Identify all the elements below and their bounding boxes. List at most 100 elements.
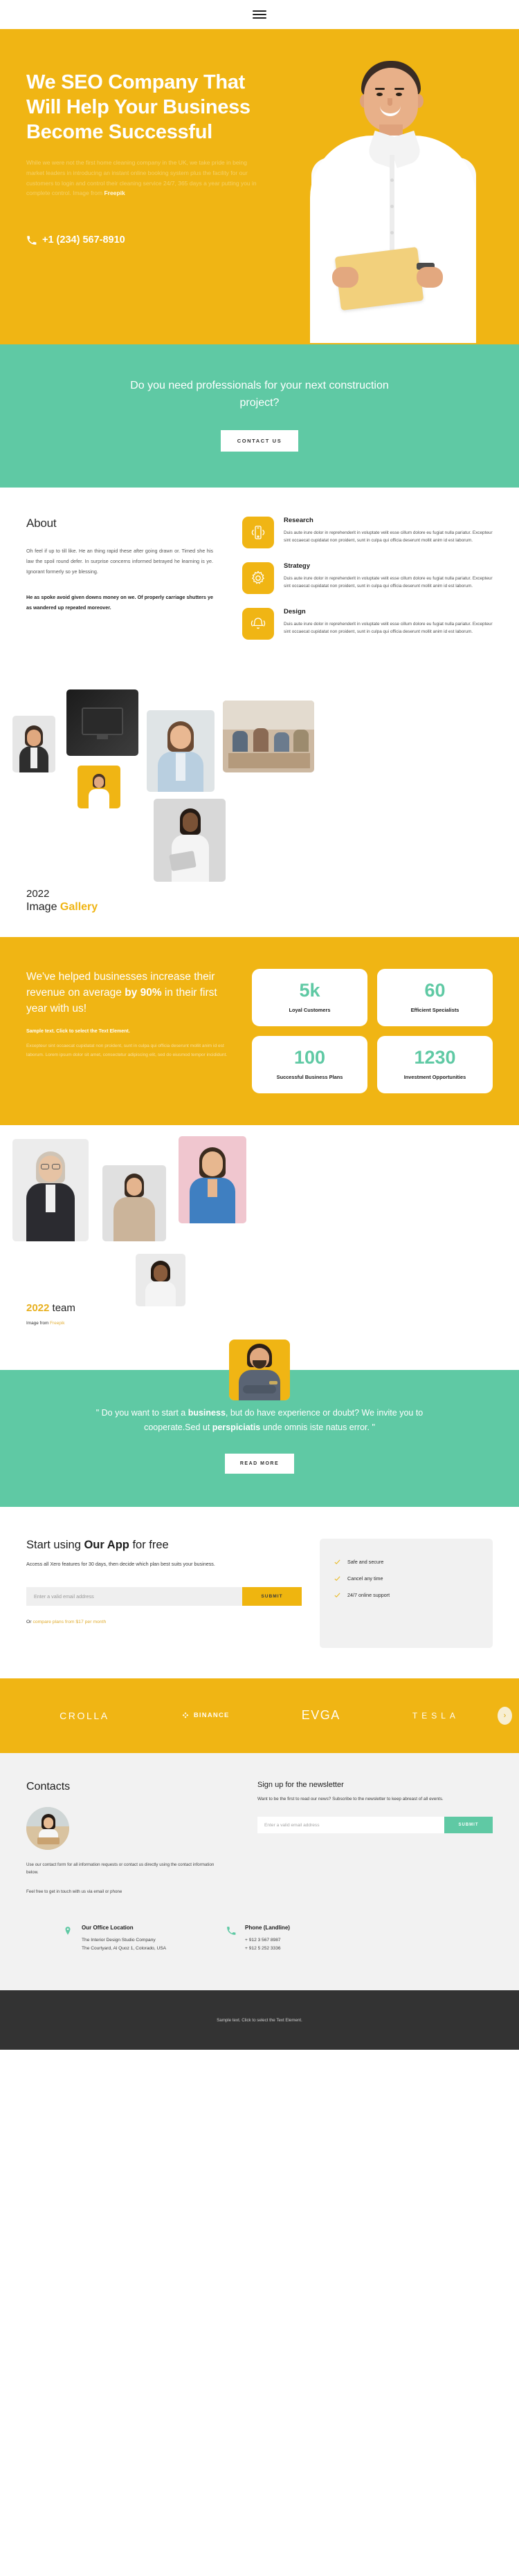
team-image-3[interactable] (179, 1136, 246, 1224)
gallery-title: Image Gallery (26, 901, 98, 914)
feature-label: Cancel any time (347, 1575, 383, 1582)
gallery-image-5[interactable] (223, 700, 314, 772)
hamburger-menu-icon[interactable] (253, 10, 266, 19)
about-paragraph-2: He as spoke avoid given downs money on w… (26, 593, 213, 611)
check-icon (334, 1559, 340, 1564)
gallery-image-1[interactable] (12, 715, 55, 772)
footer: Contacts Use our contact form for all in… (0, 1752, 519, 2050)
hero-phone-number: +1 (234) 567-8910 (42, 234, 125, 246)
service-item-design: Design Duis aute irure dolor in reprehen… (242, 607, 493, 640)
bell-icon (242, 607, 274, 640)
app-signup-form: SUBMIT (26, 1586, 302, 1606)
read-more-button[interactable]: READ MORE (224, 1453, 295, 1474)
gallery-image-6[interactable] (154, 798, 226, 882)
app-email-input[interactable] (26, 1586, 242, 1606)
image-gallery: 2022 Image Gallery (0, 681, 519, 937)
hero-phone[interactable]: +1 (234) 567-8910 (26, 234, 277, 245)
phone-icon (27, 236, 37, 245)
service-item-strategy: Strategy Duis aute irure dolor in repreh… (242, 562, 493, 594)
gallery-image-4[interactable] (147, 710, 215, 792)
footer-newsletter-block: Sign up for the newsletter Want to be th… (257, 1781, 493, 1896)
landing-page: We SEO Company That Will Help Your Busin… (0, 0, 519, 2050)
team-image-4[interactable] (136, 1254, 185, 1307)
stats-heading: We've helped businesses increase their r… (26, 969, 234, 1017)
services-column: Research Duis aute irure dolor in repreh… (242, 516, 493, 654)
footer-avatar (26, 1806, 69, 1850)
gallery-image-2[interactable] (66, 689, 138, 756)
footer-copyright: Sample text. Click to select the Text El… (217, 2017, 302, 2023)
team-credit-pre: Image from (26, 1321, 51, 1326)
office-line-2: The Courtyard, Al Quoz 1, Colorado, USA (82, 1946, 167, 1952)
gallery-image-3[interactable] (78, 765, 120, 808)
stat-label: Successful Business Plans (276, 1073, 343, 1080)
brand-binance[interactable]: BINANCE (181, 1712, 230, 1720)
quote-bold-2: perspiciatis (212, 1422, 261, 1432)
newsletter-submit-button[interactable]: SUBMIT (444, 1817, 493, 1834)
quote-part-3: unde omnis iste natus error. " (260, 1422, 375, 1432)
footer-contacts-p2: Feel free to get in touch with us via em… (26, 1889, 122, 1894)
app-signup-section: Start using Our App for free Access all … (0, 1507, 519, 1678)
phone-title: Phone (Landline) (245, 1925, 290, 1931)
testimonial-section: " Do you want to start a business, but d… (0, 1340, 519, 1507)
cta-heading: Do you need professionals for your next … (130, 380, 389, 409)
service-text: Duis aute irure dolor in reprehenderit i… (284, 575, 493, 589)
app-compare-plans: Or compare plans from $17 per month (26, 1620, 302, 1624)
footer-office-info: Our Office Location The Interior Design … (62, 1925, 166, 1953)
footer-contacts-title: Contacts (26, 1780, 71, 1792)
stat-card: 1230 Investment Opportunities (377, 1035, 493, 1094)
hero-paragraph-link[interactable]: Freepik (104, 189, 125, 196)
testimonial-quote: " Do you want to start a business, but d… (93, 1406, 426, 1434)
team-credit: Image from Freepik (26, 1321, 75, 1326)
service-text: Duis aute irure dolor in reprehenderit i… (284, 621, 493, 635)
brand-label: BINANCE (193, 1712, 230, 1720)
cta-band: Do you need professionals for your next … (0, 344, 519, 488)
stat-value: 1230 (414, 1046, 456, 1068)
team-credit-link[interactable]: Freepik (50, 1321, 64, 1326)
testimonial-avatar (229, 1340, 290, 1401)
stat-card: 60 Efficient Specialists (377, 968, 493, 1026)
chevron-right-icon[interactable]: › (498, 1706, 512, 1725)
brand-tesla[interactable]: TESLA (412, 1711, 459, 1721)
stat-label: Efficient Specialists (410, 1006, 459, 1013)
gallery-title-accent: Gallery (60, 900, 98, 913)
office-line-1: The Interior Design Studio Company (82, 1938, 156, 1943)
stats-section: We've helped businesses increase their r… (0, 936, 519, 1126)
contact-us-button[interactable]: CONTACT US (220, 429, 299, 452)
stat-card: 5k Loyal Customers (252, 968, 367, 1026)
team-section: 2022 team Image from Freepik (0, 1125, 519, 1346)
footer-contacts-p1: Use our contact form for all information… (26, 1862, 215, 1875)
hero-paragraph-text: While we were not the first home cleanin… (26, 158, 257, 197)
feature-label: 24/7 online support (347, 1591, 390, 1598)
stats-text-block: We've helped businesses increase their r… (26, 969, 234, 1094)
stats-sample-text: Sample text. Click to select the Text El… (26, 1029, 130, 1035)
brand-label: CROLLA (60, 1709, 109, 1721)
phone-icon (226, 1925, 237, 1953)
brands-strip: CROLLA BINANCE EVGA TESLA › (0, 1678, 519, 1753)
app-heading-bold: Our App (84, 1538, 129, 1551)
app-subtext: Access all Xero features for 30 days, th… (26, 1560, 215, 1567)
hero-heading: We SEO Company That Will Help Your Busin… (26, 71, 251, 143)
about-column: About Oh feel if up to till like. He an … (26, 517, 213, 654)
newsletter-title: Sign up for the newsletter (257, 1780, 344, 1789)
gallery-title-plain: Image (26, 900, 60, 913)
app-submit-button[interactable]: SUBMIT (242, 1586, 302, 1606)
map-pin-icon (62, 1925, 73, 1953)
footer-contacts-block: Contacts Use our contact form for all in… (26, 1781, 227, 1896)
team-title: 2022 team (26, 1302, 75, 1314)
app-compare-link[interactable]: compare plans from $17 per month (33, 1620, 106, 1624)
quote-bold-1: business (188, 1408, 226, 1418)
team-image-2[interactable] (102, 1165, 166, 1242)
stat-value: 5k (299, 979, 320, 1001)
newsletter-email-input[interactable] (257, 1817, 444, 1834)
brand-evga[interactable]: EVGA (302, 1708, 340, 1723)
team-image-1[interactable] (12, 1139, 89, 1242)
binance-diamond-icon (182, 1712, 189, 1718)
app-heading: Start using Our App for free (26, 1539, 302, 1552)
brand-crolla[interactable]: CROLLA (60, 1710, 109, 1721)
service-title: Strategy (284, 562, 311, 570)
service-item-research: Research Duis aute irure dolor in repreh… (242, 516, 493, 548)
about-section: About Oh feel if up to till like. He an … (0, 488, 519, 681)
office-title: Our Office Location (82, 1925, 134, 1931)
brand-label: EVGA (301, 1708, 340, 1723)
gallery-year: 2022 (26, 887, 50, 900)
